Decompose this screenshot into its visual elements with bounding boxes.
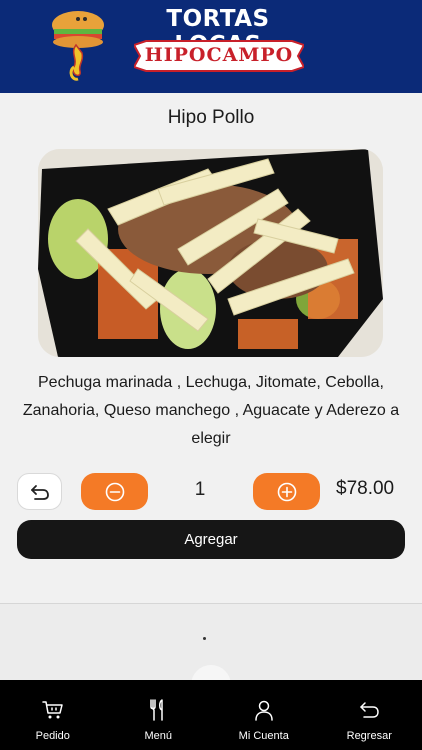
minus-circle-icon <box>105 482 124 501</box>
nav-label-mi-cuenta: Mi Cuenta <box>238 730 289 742</box>
nav-label-pedido: Pedido <box>35 730 70 742</box>
product-detail: Hipo Pollo Pechuga marinada , Lechuga, J… <box>0 93 422 605</box>
user-icon <box>255 700 273 721</box>
brand-subtitle: HIPOCAMPO <box>144 44 294 66</box>
return-arrow-icon <box>360 702 380 718</box>
quantity-value: 1 <box>194 479 206 500</box>
seahorse-mascot-logo <box>52 11 104 81</box>
nav-item-mi-cuenta[interactable]: Mi Cuenta <box>211 680 317 750</box>
cart-icon <box>42 701 63 719</box>
bottom-navigation: Pedido Menú Mi Cuenta Regresar <box>0 680 422 750</box>
app-header: TORTAS LOCAS HIPOCAMPO <box>0 0 422 93</box>
undo-arrow-icon <box>30 484 49 500</box>
product-photo <box>38 149 383 357</box>
utensils-icon <box>150 699 163 721</box>
product-description: Pechuga marinada , Lechuga, Jitomate, Ce… <box>22 374 400 447</box>
product-price: $78.00 <box>336 478 395 499</box>
product-title: Hipo Pollo <box>167 107 255 128</box>
add-to-order-button[interactable]: Agregar <box>17 520 405 559</box>
page-indicator-dot <box>203 637 206 640</box>
nav-item-pedido[interactable]: Pedido <box>0 680 106 750</box>
decrease-quantity-button[interactable] <box>81 473 148 510</box>
nav-label-menu: Menú <box>144 730 173 742</box>
nav-label-regresar: Regresar <box>346 730 392 742</box>
nav-item-regresar[interactable]: Regresar <box>317 680 422 750</box>
undo-button[interactable] <box>17 473 62 510</box>
nav-item-menu[interactable]: Menú <box>106 680 212 750</box>
increase-quantity-button[interactable] <box>253 473 320 510</box>
add-button-label: Agregar <box>184 531 238 548</box>
plus-circle-icon <box>277 482 296 501</box>
